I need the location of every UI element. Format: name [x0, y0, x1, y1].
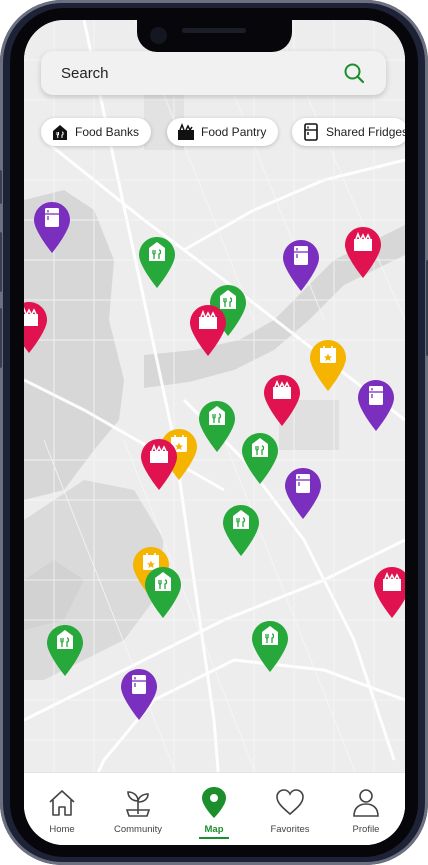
food-pantry-icon — [178, 123, 194, 140]
filter-label: Food Banks — [75, 125, 140, 139]
filter-label: Food Pantry — [201, 125, 267, 139]
person-icon — [353, 789, 379, 817]
food-pantry-pin-icon — [141, 439, 177, 490]
map-pin-shared-fridge[interactable] — [120, 669, 158, 721]
food-bank-icon — [53, 125, 67, 140]
map-pin-food-pantry[interactable] — [373, 567, 405, 619]
map-pin-shared-fridge[interactable] — [357, 380, 395, 432]
map-pin-food-bank[interactable] — [222, 505, 260, 557]
map-pin-food-pantry[interactable] — [189, 305, 227, 357]
food-bank-pin-icon — [242, 433, 278, 484]
map-pin-food-bank[interactable] — [241, 433, 279, 485]
plant-icon — [125, 791, 151, 817]
tab-label: Profile — [352, 824, 380, 835]
map-pin-food-bank[interactable] — [144, 567, 182, 619]
food-pantry-pin-icon — [264, 375, 300, 426]
map-pin-food-pantry[interactable] — [140, 439, 178, 491]
tab-label: Community — [113, 824, 163, 835]
filter-chip-shared-fridges[interactable]: Shared Fridges — [292, 118, 405, 146]
map-pin-shared-fridge[interactable] — [282, 240, 320, 292]
mute-switch — [0, 170, 2, 204]
volume-down-button — [0, 308, 2, 368]
tab-label: Home — [49, 824, 75, 835]
filter-chips: Food Banks Food Pantry Shared Fridges — [41, 118, 405, 146]
tab-favorites[interactable]: Favorites — [252, 773, 328, 845]
food-pantry-pin-icon — [24, 302, 47, 353]
food-bank-pin-icon — [47, 625, 83, 676]
map-pin-icon — [202, 787, 226, 818]
map-pin-shared-fridge[interactable] — [284, 468, 322, 520]
search-bar[interactable]: Search — [41, 51, 386, 95]
active-tab-indicator — [199, 837, 229, 839]
food-pantry-pin-icon — [190, 305, 226, 356]
food-bank-pin-icon — [139, 237, 175, 288]
bottom-tab-bar: Home Community Map Favorites Profile — [24, 772, 405, 845]
map-pin-food-bank[interactable] — [198, 401, 236, 453]
tab-home[interactable]: Home — [24, 773, 100, 845]
search-icon[interactable] — [342, 61, 366, 85]
tab-profile[interactable]: Profile — [328, 773, 404, 845]
heart-icon — [276, 789, 304, 816]
map-pin-food-pantry[interactable] — [24, 302, 48, 354]
filter-label: Shared Fridges — [326, 125, 405, 139]
map-pin-food-bank[interactable] — [138, 237, 176, 289]
food-bank-pin-icon — [145, 567, 181, 618]
map-pin-shared-fridge[interactable] — [33, 202, 71, 254]
notch — [137, 20, 292, 52]
speaker — [182, 28, 246, 33]
map-pin-food-bank[interactable] — [251, 621, 289, 673]
filter-chip-food-pantry[interactable]: Food Pantry — [167, 118, 279, 146]
food-bank-pin-icon — [252, 621, 288, 672]
shared-fridge-pin-icon — [34, 202, 70, 253]
shared-fridge-pin-icon — [358, 380, 394, 431]
food-bank-pin-icon — [199, 401, 235, 452]
map-pin-food-bank[interactable] — [46, 625, 84, 677]
map-pin-event[interactable] — [309, 340, 347, 392]
tab-community[interactable]: Community — [100, 773, 176, 845]
map-pin-food-pantry[interactable] — [344, 227, 382, 279]
tab-map[interactable]: Map — [176, 773, 252, 845]
shared-fridge-pin-icon — [283, 240, 319, 291]
tab-label: Favorites — [270, 824, 310, 835]
filter-chip-food-banks[interactable]: Food Banks — [41, 118, 152, 146]
tab-label: Map — [204, 824, 224, 835]
fridge-icon — [304, 123, 318, 141]
food-pantry-pin-icon — [345, 227, 381, 278]
shared-fridge-pin-icon — [285, 468, 321, 519]
food-bank-pin-icon — [223, 505, 259, 556]
volume-up-button — [0, 232, 2, 292]
home-icon — [49, 790, 75, 816]
shared-fridge-pin-icon — [121, 669, 157, 720]
screen: Search Food Banks Food Pantry Shared Fri… — [24, 20, 405, 845]
search-label: Search — [61, 64, 109, 82]
event-pin-icon — [310, 340, 346, 391]
food-pantry-pin-icon — [374, 567, 405, 618]
front-camera — [150, 27, 167, 44]
map-pin-food-pantry[interactable] — [263, 375, 301, 427]
